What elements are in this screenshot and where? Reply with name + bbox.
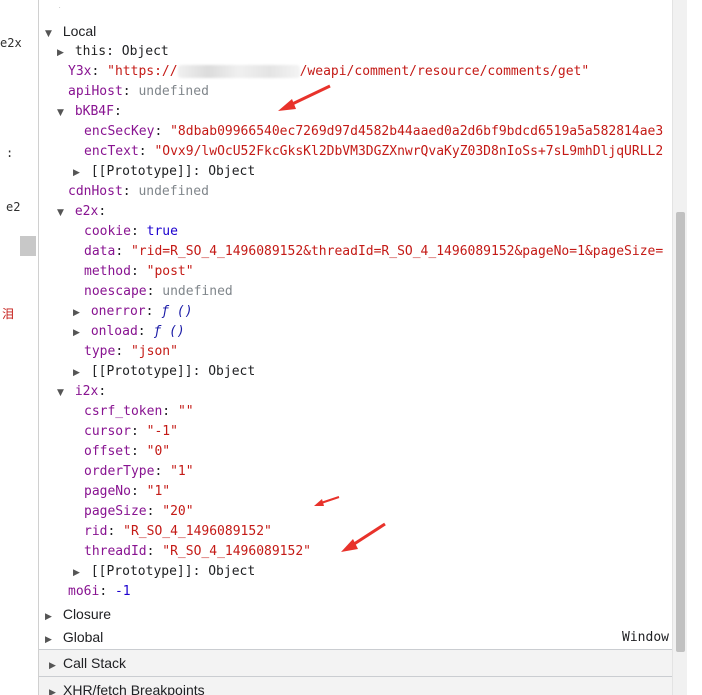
prop-ordertype[interactable]: orderType: "1" bbox=[84, 462, 194, 482]
prop-mo6i[interactable]: mo6i: -1 bbox=[68, 582, 131, 602]
prop-offset[interactable]: offset: "0" bbox=[84, 442, 170, 462]
panel-header-cutoff: ▸ bbox=[59, 0, 66, 8]
scope-global[interactable]: ▶ Global bbox=[45, 627, 103, 647]
prop-csrf-token[interactable]: csrf_token: "" bbox=[84, 402, 194, 422]
collapsed-triangle-icon: ▶ bbox=[45, 612, 52, 622]
expanded-triangle-icon: ▼ bbox=[57, 208, 64, 218]
expanded-triangle-icon: ▼ bbox=[57, 388, 64, 398]
code-fragment: e2x bbox=[0, 36, 22, 50]
prop-y3x[interactable]: Y3x: "https:///weapi/comment/resource/co… bbox=[68, 62, 589, 82]
prop-prototype[interactable]: ▶ [[Prototype]]: Object bbox=[73, 362, 255, 382]
panel-scrollbar[interactable] bbox=[672, 0, 687, 695]
prop-rid[interactable]: rid: "R_SO_4_1496089152" bbox=[84, 522, 272, 542]
editor-scrollbar-thumb[interactable] bbox=[20, 236, 36, 256]
prop-onload[interactable]: ▶ onload: ƒ () bbox=[73, 322, 185, 342]
collapsed-triangle-icon: ▶ bbox=[73, 568, 80, 578]
prop-encseckey[interactable]: encSecKey: "8dbab09966540ec7269d97d4582b… bbox=[84, 122, 663, 142]
prop-data[interactable]: data: "rid=R_SO_4_1496089152&threadId=R_… bbox=[84, 242, 663, 262]
prop-pagesize[interactable]: pageSize: "20" bbox=[84, 502, 194, 522]
collapsed-triangle-icon: ▶ bbox=[73, 328, 80, 338]
scope-local[interactable]: ▼ Local bbox=[45, 21, 96, 41]
prop-onerror[interactable]: ▶ onerror: ƒ () bbox=[73, 302, 193, 322]
redacted-host bbox=[177, 65, 300, 78]
prop-cookie[interactable]: cookie: true bbox=[84, 222, 178, 242]
xhr-breakpoints-section[interactable]: ▶ XHR/fetch Breakpoints bbox=[39, 676, 673, 695]
scope-panel: ▸ ▼ Local ▶ this: Object Y3x: "https:///… bbox=[39, 0, 687, 695]
prop-threadid[interactable]: threadId: "R_SO_4_1496089152" bbox=[84, 542, 311, 562]
annotation-arrow-icon bbox=[278, 84, 331, 111]
collapsed-triangle-icon: ▶ bbox=[49, 688, 56, 695]
prop-enctext[interactable]: encText: "Ovx9/lwOcU52FkcGksKl2DbVM3DGZX… bbox=[84, 142, 663, 162]
code-fragment: 泪 bbox=[2, 307, 15, 321]
collapsed-triangle-icon: ▶ bbox=[73, 368, 80, 378]
collapsed-triangle-icon: ▶ bbox=[73, 168, 80, 178]
collapsed-triangle-icon: ▶ bbox=[45, 635, 52, 645]
global-value: Window bbox=[622, 630, 669, 645]
expanded-triangle-icon: ▼ bbox=[45, 29, 52, 39]
prop-bkb4f[interactable]: ▼ bKB4F: bbox=[57, 102, 122, 122]
prop-noescape[interactable]: noescape: undefined bbox=[84, 282, 233, 302]
prop-e2x[interactable]: ▼ e2x: bbox=[57, 202, 106, 222]
expanded-triangle-icon: ▼ bbox=[57, 108, 64, 118]
call-stack-section[interactable]: ▶ Call Stack bbox=[39, 649, 673, 676]
annotation-arrow-icon bbox=[314, 496, 340, 506]
prop-this[interactable]: ▶ this: Object bbox=[57, 42, 169, 62]
prop-cdnhost[interactable]: cdnHost: undefined bbox=[68, 182, 209, 202]
editor-gutter: e2x : e2 泪 bbox=[0, 0, 39, 695]
scope-closure[interactable]: ▶ Closure bbox=[45, 604, 111, 624]
prop-cursor[interactable]: cursor: "-1" bbox=[84, 422, 178, 442]
prop-i2x[interactable]: ▼ i2x: bbox=[57, 382, 106, 402]
panel-scrollbar-thumb[interactable] bbox=[676, 212, 685, 652]
prop-pageno[interactable]: pageNo: "1" bbox=[84, 482, 170, 502]
prop-method[interactable]: method: "post" bbox=[84, 262, 194, 282]
annotation-arrow-icon bbox=[341, 522, 386, 552]
prop-type[interactable]: type: "json" bbox=[84, 342, 178, 362]
prop-apihost[interactable]: apiHost: undefined bbox=[68, 82, 209, 102]
code-fragment: : bbox=[6, 146, 14, 160]
collapsed-triangle-icon: ▶ bbox=[73, 308, 80, 318]
prop-prototype[interactable]: ▶ [[Prototype]]: Object bbox=[73, 162, 255, 182]
prop-prototype[interactable]: ▶ [[Prototype]]: Object bbox=[73, 562, 255, 582]
code-fragment: e2 bbox=[6, 200, 21, 214]
collapsed-triangle-icon: ▶ bbox=[57, 48, 64, 58]
